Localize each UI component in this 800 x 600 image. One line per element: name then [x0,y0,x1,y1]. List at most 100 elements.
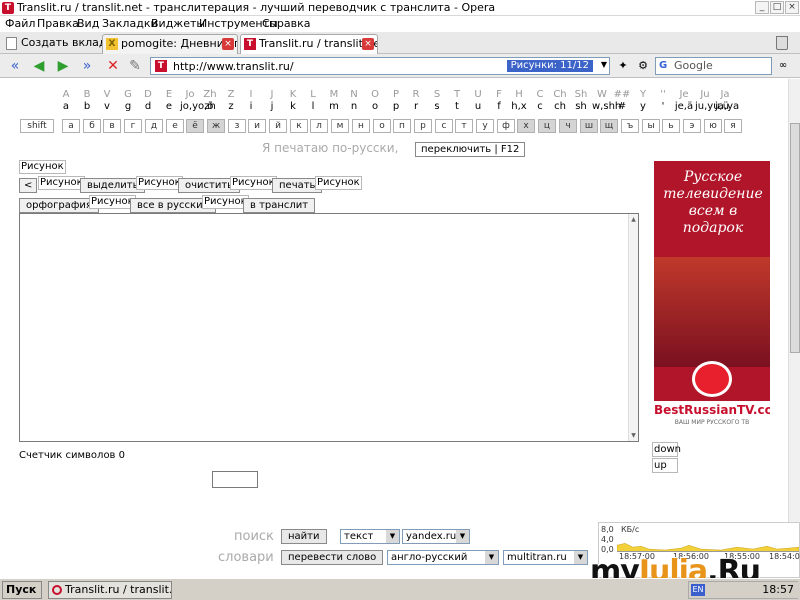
search-field[interactable]: G Google [655,57,772,75]
fast-forward-icon[interactable]: » [78,57,96,75]
back-button[interactable]: < [19,178,38,193]
trash-icon[interactable] [776,36,788,50]
latin-key[interactable]: Ss [427,89,447,113]
cyrillic-key[interactable]: ч [559,119,577,133]
scroll-down-icon[interactable]: ▼ [629,431,638,440]
cyrillic-key[interactable]: и [248,119,266,133]
stop-icon[interactable]: ✕ [104,57,122,75]
cyrillic-key[interactable]: к [290,119,308,133]
maximize-button[interactable]: □ [770,1,784,14]
latin-key[interactable]: Ll [303,89,323,113]
cyrillic-key[interactable]: а [62,119,80,133]
dictionary-source-select[interactable]: multitran.ru ▼ [503,550,588,565]
small-input[interactable] [212,471,258,488]
search-engine-select[interactable]: yandex.ru ▼ [402,529,470,544]
cyrillic-key[interactable]: н [352,119,370,133]
up-link[interactable]: up [652,458,678,473]
cyrillic-key[interactable]: б [83,119,101,133]
latin-key[interactable]: Cc [530,89,550,113]
cyrillic-key[interactable]: х [517,119,535,133]
latin-key[interactable]: Tt [447,89,467,113]
cyrillic-key[interactable]: й [269,119,287,133]
advertisement-banner[interactable]: Русское телевидение всем в подарок BestR… [654,161,770,433]
cyrillic-key[interactable]: э [683,119,701,133]
latin-key[interactable]: Aa [56,89,76,113]
cyrillic-key[interactable]: о [373,119,391,133]
cyrillic-key[interactable]: ь [662,119,680,133]
latin-key[interactable]: ## # [612,89,632,113]
wand-icon[interactable]: ✦ [614,57,632,75]
to-translit-button[interactable]: в транслит [243,198,316,213]
menu-edit[interactable]: Правка [37,17,79,30]
back-icon[interactable]: ◀ [30,57,48,75]
latin-key[interactable]: Jj [262,89,282,113]
rewind-icon[interactable]: « [6,57,24,75]
latin-key[interactable]: '' ' [653,89,673,113]
latin-key[interactable]: Ff [489,89,509,113]
close-window-button[interactable]: × [785,1,799,14]
shift-key[interactable]: shift [20,119,54,133]
close-tab-icon[interactable]: × [362,38,374,50]
latin-key[interactable]: Ii [241,89,261,113]
scrollbar-thumb[interactable] [790,123,800,353]
down-link[interactable]: down [652,442,681,457]
latin-key[interactable]: Pp [386,89,406,113]
latin-key[interactable]: Zz [221,89,241,113]
latin-key[interactable]: Ju ju,yu,ü [695,89,729,113]
cyrillic-key[interactable]: щ [600,119,618,133]
dictionary-lang-select[interactable]: англо-русский ▼ [387,550,499,565]
cyrillic-key[interactable]: ъ [621,119,639,133]
latin-key[interactable]: Gg [118,89,138,113]
cyrillic-key[interactable]: ю [704,119,722,133]
cyrillic-key[interactable]: ш [580,119,598,133]
menu-help[interactable]: Справка [262,17,310,30]
latin-key[interactable]: Vv [97,89,117,113]
translate-word-button[interactable]: перевести слово [281,550,384,565]
latin-key[interactable]: Rr [406,89,426,113]
cyrillic-key[interactable]: г [124,119,142,133]
edit-icon[interactable]: ✎ [126,57,144,75]
cyrillic-key[interactable]: д [145,119,163,133]
latin-key[interactable]: Ch ch [550,89,570,113]
cyrillic-key[interactable]: в [103,119,121,133]
cyrillic-key[interactable]: с [435,119,453,133]
address-field[interactable]: T http://www.translit.ru/ Рисунки: 11/12… [150,57,610,75]
latin-key[interactable]: Mm [324,89,344,113]
latin-key[interactable]: Dd [138,89,158,113]
binoculars-icon[interactable]: ∞ [774,57,792,75]
menu-file[interactable]: Файл [5,17,35,30]
cyrillic-key[interactable]: е [166,119,184,133]
cyrillic-key[interactable]: ф [497,119,515,133]
latin-key[interactable]: Uu [468,89,488,113]
cyrillic-key[interactable]: ж [207,119,225,133]
cyrillic-key[interactable]: м [331,119,349,133]
latin-key[interactable]: Je je,ä [674,89,694,113]
cyrillic-key[interactable]: я [724,119,742,133]
text-editor[interactable]: ▲ ▼ [19,213,639,442]
cyrillic-key[interactable]: т [455,119,473,133]
editor-scrollbar[interactable]: ▲ ▼ [628,214,638,441]
tab-translit[interactable]: T Translit.ru / translit.net -... × [240,34,378,54]
menu-bookmarks[interactable]: Закладки [102,17,158,30]
latin-key[interactable]: Kk [283,89,303,113]
latin-key[interactable]: Zh zh [200,89,220,113]
spellcheck-button[interactable]: орфография [19,198,99,213]
chevron-down-icon[interactable]: ▼ [601,60,607,69]
minimize-button[interactable]: _ [755,1,769,14]
cyrillic-key[interactable]: л [310,119,328,133]
latin-key[interactable]: Ww,shh [592,89,621,113]
latin-key[interactable]: Nn [344,89,364,113]
scroll-up-icon[interactable]: ▲ [629,215,638,224]
start-button[interactable]: Пуск [2,581,42,599]
tab-pomogite[interactable]: X pomogite: Дневник пол... × [102,34,238,54]
latin-key[interactable]: Ja ja,ya [715,89,739,113]
switch-layout-button[interactable]: переключить | F12 [415,142,526,157]
cyrillic-key[interactable]: ц [538,119,556,133]
page-scrollbar[interactable] [788,79,800,571]
cyrillic-key[interactable]: ё [186,119,204,133]
latin-key[interactable]: Oo [365,89,385,113]
close-tab-icon[interactable]: × [222,38,234,50]
cyrillic-key[interactable]: р [414,119,432,133]
find-button[interactable]: найти [281,529,327,544]
cyrillic-key[interactable]: у [476,119,494,133]
